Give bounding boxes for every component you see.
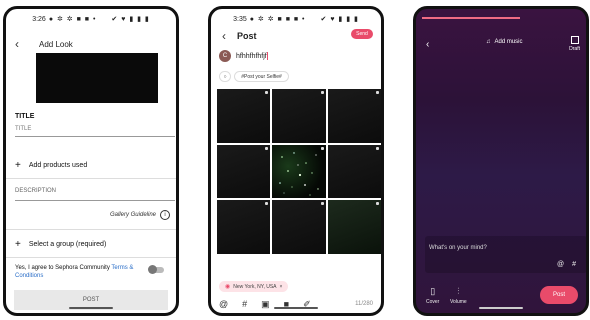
hashtag-pill[interactable]: #Post your Selfie# <box>234 71 289 82</box>
select-icon[interactable] <box>375 146 379 150</box>
status-system-icons: ✔ ♥ ▮ ▮ ▮ <box>111 16 150 23</box>
page-title: Post <box>237 31 257 41</box>
drop-icon: ○ <box>223 73 227 80</box>
hashtag-icon[interactable]: # <box>572 261 576 268</box>
character-count: 11/280 <box>355 301 373 307</box>
volume-label: Volume <box>450 299 467 305</box>
mention-icon[interactable]: @ <box>557 261 564 268</box>
music-note-icon: ♫ <box>486 39 491 45</box>
post-button[interactable]: Post <box>540 286 578 304</box>
video-editor-screen: ‹ ♫ Add music Draft What's on your mind?… <box>413 6 589 316</box>
draft-label: Draft <box>569 46 580 52</box>
avatar: C <box>219 50 231 62</box>
mention-icon[interactable]: @ <box>219 299 228 309</box>
media-thumbnail[interactable] <box>217 89 271 143</box>
divider <box>6 178 176 179</box>
plus-icon: + <box>15 239 21 250</box>
select-icon[interactable] <box>265 202 269 206</box>
status-notification-icons: ● ✲ ✲ ■ ■ ■ • <box>249 16 306 23</box>
send-button[interactable]: Send <box>351 29 373 39</box>
image-icon[interactable]: ▣ <box>261 299 270 310</box>
title-input[interactable]: TITLE <box>15 126 175 137</box>
add-music-button[interactable]: ♫ Add music <box>486 39 523 45</box>
toggle-knob <box>148 265 157 274</box>
equalizer-icon: ⫶ <box>457 286 460 296</box>
divider <box>6 229 176 230</box>
info-icon[interactable]: i <box>160 210 170 220</box>
post-screen: 3:35 ● ✲ ✲ ■ ■ ■ • ✔ ♥ ▮ ▮ ▮ ‹ Post Send… <box>208 6 384 316</box>
cover-icon: ▯ <box>430 286 436 296</box>
plus-icon: + <box>15 160 21 171</box>
media-thumbnail[interactable] <box>217 144 271 199</box>
home-indicator <box>479 307 523 309</box>
media-grid <box>217 89 381 254</box>
home-indicator <box>69 307 113 309</box>
media-thumbnail[interactable] <box>272 89 326 143</box>
select-group-label: Select a group (required) <box>28 241 107 248</box>
caption-input[interactable]: hfhhfhfhfjf <box>236 52 268 60</box>
media-thumbnail[interactable] <box>272 144 326 199</box>
back-arrow-icon[interactable]: ‹ <box>222 29 226 43</box>
location-label: New York, NY, USA <box>233 283 277 290</box>
upload-progress-bar <box>422 17 520 19</box>
media-thumbnail[interactable] <box>217 200 271 254</box>
hashtag-icon[interactable]: # <box>242 299 247 309</box>
select-icon[interactable] <box>375 91 379 94</box>
draft-button[interactable]: Draft <box>569 36 580 52</box>
volume-button[interactable]: ⫶ Volume <box>450 286 467 305</box>
starfield-image <box>279 151 320 196</box>
cover-button[interactable]: ▯ Cover <box>426 286 439 305</box>
emoji-button[interactable]: ○ <box>219 71 231 82</box>
status-time: 3:26 <box>32 15 46 23</box>
divider <box>6 257 176 258</box>
caption-placeholder: What's on your mind? <box>429 245 487 251</box>
status-bar: 3:35 ● ✲ ✲ ■ ■ ■ • ✔ ♥ ▮ ▮ ▮ <box>211 13 381 25</box>
add-music-label: Add music <box>494 39 523 45</box>
media-thumbnail[interactable] <box>327 200 381 254</box>
location-pill[interactable]: ◉ New York, NY, USA × <box>219 281 289 292</box>
media-thumbnail[interactable] <box>327 144 381 199</box>
add-products-button[interactable]: + Add products used <box>15 160 87 171</box>
select-group-button[interactable]: + Select a group (required) <box>15 239 106 250</box>
select-icon[interactable] <box>265 146 269 150</box>
gallery-guideline-label: Gallery Guideline <box>109 212 156 218</box>
select-icon[interactable] <box>320 202 324 206</box>
select-icon[interactable] <box>320 146 324 150</box>
caption-tools: @ # <box>557 261 576 268</box>
terms-toggle[interactable] <box>148 265 164 274</box>
location-pin-icon: ◉ <box>225 284 231 290</box>
terms-agreement-text: Yes, I agree to Sephora Community <box>15 265 110 271</box>
status-notification-icons: ● ✲ ✲ ■ ■ • <box>48 16 97 23</box>
terms-agreement: Yes, I agree to Sephora Community Terms … <box>15 264 143 280</box>
back-arrow-icon[interactable]: ‹ <box>426 39 429 50</box>
status-time: 3:35 <box>233 15 247 23</box>
cover-label: Cover <box>426 299 440 305</box>
status-system-icons: ✔ ♥ ▮ ▮ ▮ <box>320 16 359 23</box>
add-look-screen: 3:26 ● ✲ ✲ ■ ■ • ✔ ♥ ▮ ▮ ▮ ‹ Add Look TI… <box>3 6 179 316</box>
select-icon[interactable] <box>265 91 269 94</box>
select-icon[interactable] <box>320 91 324 94</box>
title-label: TITLE <box>15 113 35 120</box>
media-thumbnail[interactable] <box>327 89 381 143</box>
look-image-preview[interactable] <box>36 53 158 103</box>
select-icon[interactable] <box>375 202 379 206</box>
page-title: Add Look <box>39 40 73 49</box>
media-thumbnail[interactable] <box>272 200 326 254</box>
gallery-guideline-link[interactable]: Gallery Guideline i <box>110 210 170 220</box>
caption-text: hfhhfhfhfjf <box>236 52 267 60</box>
home-indicator <box>274 307 318 309</box>
status-bar: 3:26 ● ✲ ✲ ■ ■ • ✔ ♥ ▮ ▮ ▮ <box>6 13 176 25</box>
text-cursor <box>266 52 268 60</box>
save-draft-icon <box>570 36 579 44</box>
close-icon[interactable]: × <box>280 284 283 290</box>
description-input[interactable]: DESCRIPTION <box>15 188 175 201</box>
add-products-label: Add products used <box>28 162 88 169</box>
back-arrow-icon[interactable]: ‹ <box>15 37 19 51</box>
